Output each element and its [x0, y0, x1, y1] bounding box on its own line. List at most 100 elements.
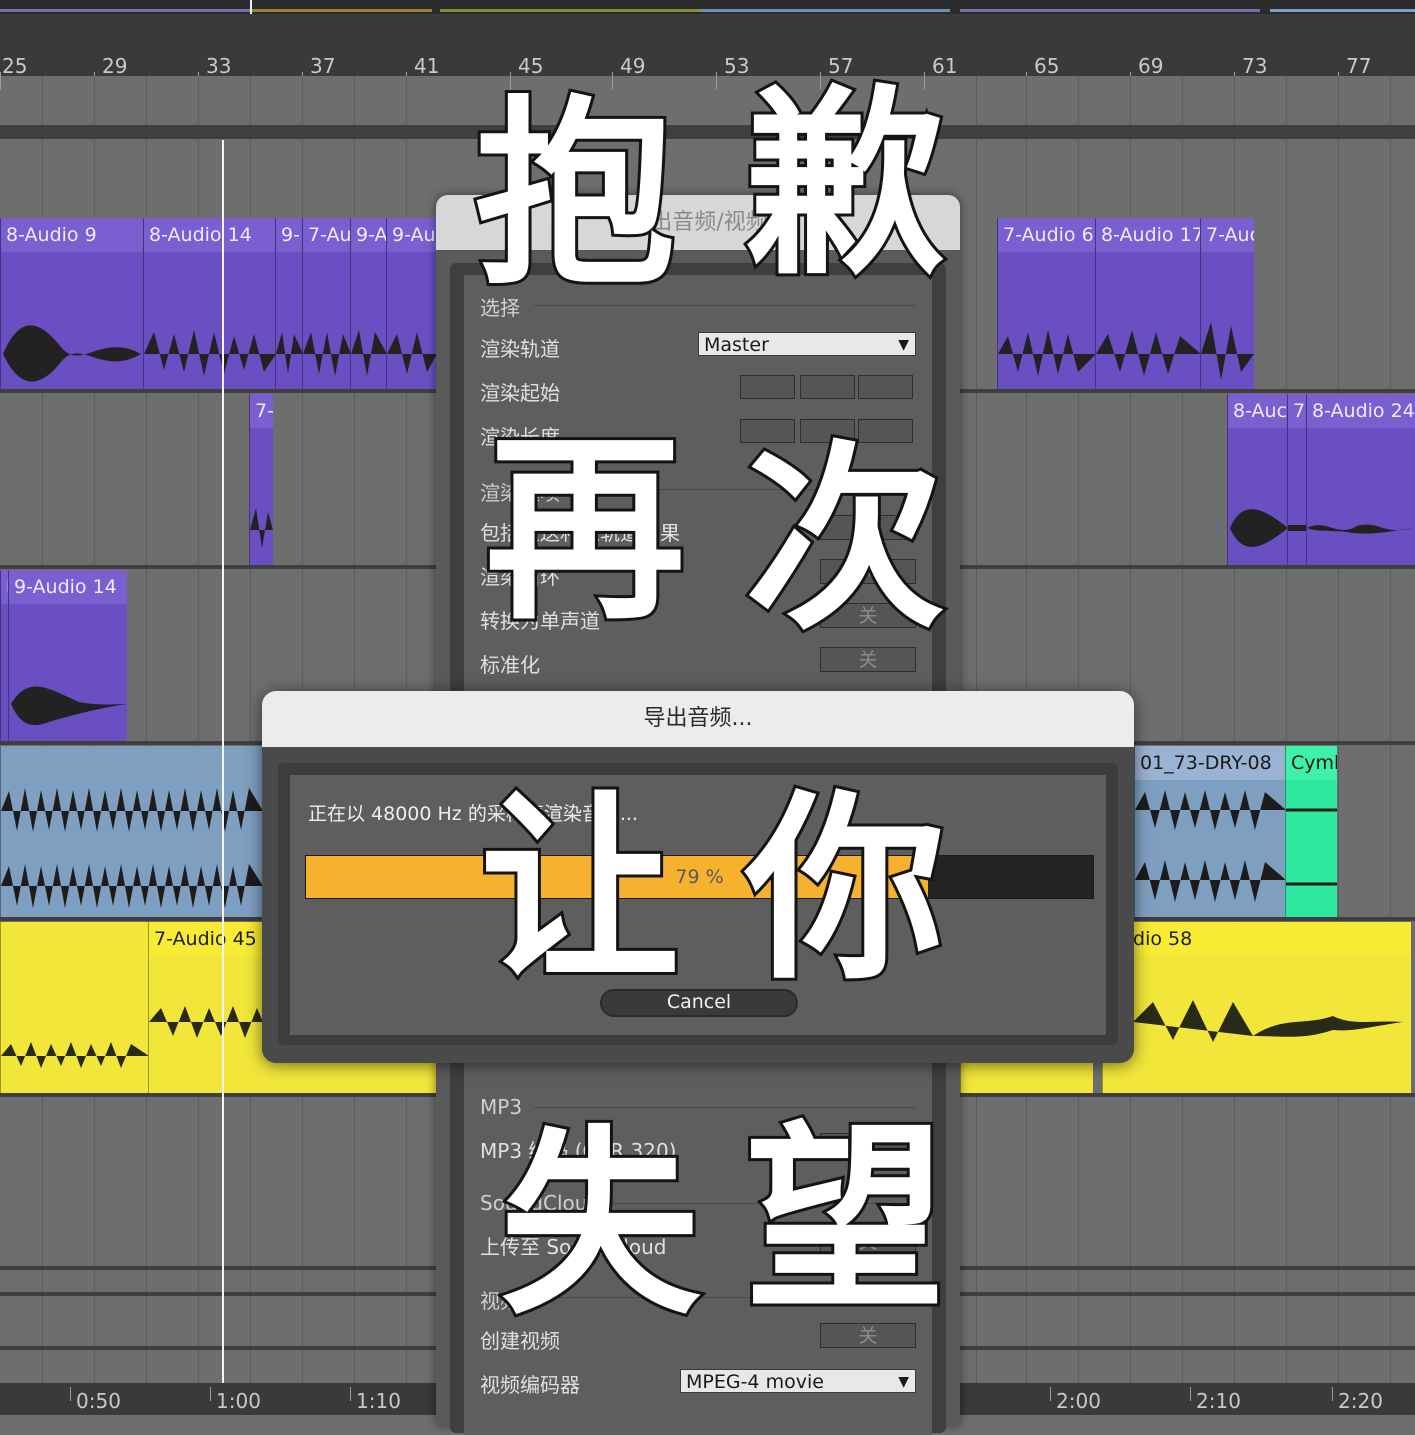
bar-label: 61 — [932, 54, 958, 78]
bar-label: 29 — [102, 54, 128, 78]
waveform — [1201, 322, 1254, 380]
audio-clip[interactable]: 8-Audio 17 — [1095, 218, 1201, 389]
mp3-encode-label: MP3 编码 (CBR 320) — [480, 1139, 677, 1163]
render-track-dropdown[interactable]: Master ▼ — [698, 332, 916, 356]
render-track-label: 渲染轨道 — [480, 337, 560, 361]
section-video: 视频 — [480, 1289, 520, 1313]
bar-label: 49 — [620, 54, 646, 78]
clip-name: 8-Audio 17 — [1096, 218, 1201, 252]
bar-label: 41 — [414, 54, 440, 78]
convert-mono-toggle[interactable]: 关 — [820, 603, 916, 628]
bar-label: 77 — [1346, 54, 1372, 78]
waveform — [1307, 524, 1412, 534]
audio-clip[interactable]: 9-Audio 14 — [8, 570, 127, 741]
time-label: 2:10 — [1196, 1389, 1241, 1413]
audio-clip[interactable]: 8-Auc — [1227, 394, 1288, 565]
waveform — [303, 332, 351, 376]
bar-label: 53 — [724, 54, 750, 78]
audio-clip[interactable]: 8-Audio 9 — [0, 218, 144, 389]
audio-clip[interactable]: Cymb — [1285, 746, 1337, 917]
chevron-down-icon: ▼ — [898, 1374, 909, 1390]
clip-name: 9- — [276, 218, 303, 252]
audio-clip[interactable]: 7- — [1287, 394, 1307, 565]
clip-name: 01_73-DRY-08 — [1135, 746, 1286, 780]
bar-label: 45 — [518, 54, 544, 78]
arrangement-overview[interactable] — [0, 0, 1415, 14]
chevron-down-icon: ▼ — [898, 337, 909, 353]
audio-clip[interactable]: 7- — [249, 394, 273, 565]
section-soundcloud: SoundCloud — [480, 1191, 601, 1215]
waveform — [1288, 525, 1307, 531]
render-start-bar-field[interactable] — [740, 375, 795, 399]
bar-label: 65 — [1034, 54, 1060, 78]
audio-clip[interactable]: 01_73-DRY-08 — [1134, 746, 1286, 917]
waveform — [998, 330, 1096, 376]
progress-content: 正在以 48000 Hz 的采样率渲染音频... 79 % Cancel — [290, 775, 1106, 1035]
audio-clip[interactable]: 7-Au — [302, 218, 351, 389]
waveform — [1286, 808, 1337, 886]
render-start-beat-field[interactable] — [800, 375, 855, 399]
cancel-button[interactable]: Cancel — [600, 989, 798, 1017]
create-video-label: 创建视频 — [480, 1329, 560, 1353]
waveform — [387, 332, 437, 374]
render-length-sixteenth-field[interactable] — [858, 419, 913, 443]
create-video-toggle[interactable]: 关 — [820, 1323, 916, 1348]
video-encoder-value: MPEG-4 movie — [686, 1371, 824, 1393]
audio-clip[interactable]: 8-Audio 14 — [143, 218, 276, 389]
video-encoder-dropdown[interactable]: MPEG-4 movie ▼ — [680, 1369, 916, 1393]
beat-time-ruler[interactable]: 25 29 33 37 41 45 49 53 57 61 65 69 73 7… — [0, 14, 1415, 90]
dialog-title: 导出音频/视频 — [436, 195, 960, 250]
render-loop-toggle[interactable]: 关 — [820, 559, 916, 584]
audio-clip[interactable] — [0, 922, 149, 1093]
time-label: 1:10 — [356, 1389, 401, 1413]
render-length-beat-field[interactable] — [800, 419, 855, 443]
audio-clip[interactable]: 7-Auc — [1200, 218, 1254, 389]
audio-clip[interactable]: Audio 58 — [1102, 922, 1411, 1093]
progress-dialog-title: 导出音频... — [262, 691, 1134, 747]
waveform — [144, 330, 276, 376]
render-track-value: Master — [704, 334, 769, 356]
waveform — [250, 508, 273, 548]
audio-clip[interactable]: 8-Audio 24 — [1306, 394, 1415, 565]
render-start-sixteenth-field[interactable] — [858, 375, 913, 399]
normalize-toggle[interactable]: 关 — [820, 647, 916, 672]
waveform — [1, 1042, 149, 1068]
include-effects-label: 包括返送和主轨道效果 — [480, 521, 680, 545]
convert-mono-label: 转换为单声道 — [480, 609, 600, 633]
section-render-options: 渲染选项 — [480, 481, 560, 505]
upload-soundcloud-label: 上传至 SoundCloud — [480, 1235, 667, 1259]
clip-name: Cymb — [1286, 746, 1337, 780]
bar-label: 33 — [206, 54, 232, 78]
clip-name: 9-Audio 14 — [9, 570, 127, 604]
audio-clip[interactable]: 7-Audio 6 — [997, 218, 1096, 389]
bar-label: 25 — [2, 54, 28, 78]
playhead[interactable] — [222, 140, 224, 1385]
bar-label: 73 — [1242, 54, 1268, 78]
render-length-bar-field[interactable] — [740, 419, 795, 443]
clip-name: 7- — [250, 394, 273, 428]
waveform — [11, 686, 127, 726]
video-encoder-label: 视频编码器 — [480, 1373, 580, 1397]
progress-bar: 79 % — [305, 855, 1094, 899]
waveform — [3, 325, 141, 382]
clip-name: 9-A — [351, 218, 387, 252]
section-select: 选择 — [480, 296, 520, 320]
mp3-encode-toggle[interactable]: 关 — [820, 1133, 916, 1158]
waveform — [1135, 790, 1286, 902]
render-loop-label: 渲染循环 — [480, 565, 560, 589]
time-label: 1:00 — [216, 1389, 261, 1413]
clip-name: 9-Au — [387, 218, 437, 252]
include-effects-toggle[interactable]: 关 — [820, 515, 916, 540]
clip-name: 8-Audio 14 — [144, 218, 276, 252]
audio-clip[interactable]: 9- — [275, 218, 303, 389]
audio-clip[interactable]: 9-A — [350, 218, 387, 389]
bar-label: 69 — [1138, 54, 1164, 78]
upload-soundcloud-toggle[interactable]: 关 — [820, 1229, 916, 1254]
section-mp3: MP3 — [480, 1095, 523, 1119]
waveform — [276, 332, 303, 374]
progress-percent: 79 % — [675, 866, 724, 888]
audio-clip[interactable]: 9-Au — [386, 218, 437, 389]
time-label: 2:20 — [1338, 1389, 1383, 1413]
progress-message: 正在以 48000 Hz 的采样率渲染音频... — [308, 803, 638, 825]
export-progress-dialog: 导出音频... 正在以 48000 Hz 的采样率渲染音频... 79 % Ca… — [262, 691, 1134, 1063]
